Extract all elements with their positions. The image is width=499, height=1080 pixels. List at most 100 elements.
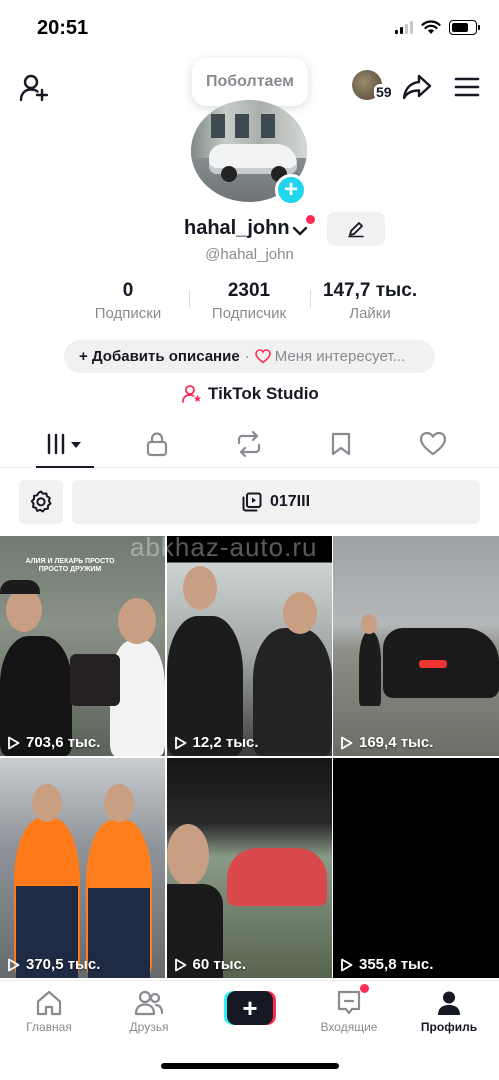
video-thumbnail[interactable]: 12,2 тыс.: [166, 536, 332, 756]
video-views-count: 12,2 тыс.: [192, 734, 259, 751]
interests-link[interactable]: Меня интересует...: [275, 348, 405, 365]
friends-icon: [134, 990, 164, 1016]
notification-dot: [306, 215, 315, 224]
stat-following[interactable]: 0 Подписки: [78, 280, 178, 322]
tab-private[interactable]: [117, 420, 197, 468]
video-views: 703,6 тыс.: [7, 734, 100, 751]
inbox-icon: [337, 990, 361, 1015]
bio-pill[interactable]: + Добавить описание · Меня интересует...: [64, 340, 435, 373]
grid-bars-icon: [47, 433, 81, 455]
stat-label: Подписчик: [211, 305, 287, 322]
status-bar: 20:51: [0, 0, 499, 58]
heart-outline-icon: [254, 349, 271, 364]
status-time: 20:51: [37, 17, 89, 39]
playlist-label: 017III: [269, 493, 311, 510]
video-thumbnail[interactable]: 169,4 тыс.: [333, 536, 499, 756]
play-icon: [341, 958, 353, 971]
stat-likes[interactable]: 147,7 тыс. Лайки: [312, 280, 428, 322]
person-plus-icon: [19, 74, 49, 102]
play-icon: [174, 736, 186, 749]
tab-liked[interactable]: [393, 420, 473, 468]
video-thumbnail[interactable]: 355,8 тыс.: [333, 758, 499, 978]
display-name[interactable]: hahal_john: [184, 217, 290, 240]
profile-avatar[interactable]: +: [191, 100, 307, 216]
nav-profile[interactable]: Профиль: [404, 989, 494, 1034]
video-views: 355,8 тыс.: [340, 956, 433, 973]
play-icon: [341, 736, 353, 749]
video-views-count: 60 тыс.: [192, 956, 247, 973]
video-grid: АЛИЯ И ЛЕКАРЬ ПРОСТО ПРОСТО ДРУЖИМ 703,6…: [0, 536, 499, 979]
video-thumbnail[interactable]: 370,5 тыс.: [0, 758, 165, 978]
plus-icon: +: [227, 991, 273, 1025]
playlist-icon: [242, 492, 262, 512]
add-friend-button[interactable]: [14, 68, 54, 108]
status-bubble[interactable]: Поболтаем: [192, 58, 308, 113]
stat-divider: [189, 290, 190, 308]
edit-profile-button[interactable]: [327, 212, 385, 246]
filter-row: 017III: [0, 480, 499, 524]
profile-stats: 0 Подписки 2301 Подписчик 147,7 тыс. Лай…: [0, 280, 499, 324]
profile-visitors-button[interactable]: 59: [352, 70, 394, 102]
share-button[interactable]: [398, 68, 436, 106]
studio-label: TikTok Studio: [208, 384, 319, 403]
video-views-count: 355,8 тыс.: [359, 956, 434, 973]
menu-button[interactable]: [448, 68, 486, 106]
heart-icon: [419, 431, 447, 456]
tab-videos[interactable]: [25, 420, 105, 468]
create-video-button[interactable]: +: [224, 991, 276, 1025]
bio-separator: ·: [244, 348, 250, 365]
video-views: 370,5 тыс.: [7, 956, 100, 973]
inbox-notification-dot: [360, 984, 369, 993]
profile-handle: @hahal_john: [205, 246, 294, 263]
profile-tabs: [0, 420, 499, 468]
stat-value: 0: [122, 280, 134, 301]
pencil-icon: [348, 222, 364, 238]
add-description-link[interactable]: + Добавить описание: [79, 348, 240, 365]
share-arrow-icon: [402, 74, 432, 100]
active-tab-indicator: [36, 466, 94, 468]
tab-reposts[interactable]: [209, 420, 289, 468]
wifi-icon: [421, 20, 441, 34]
video-thumbnail[interactable]: АЛИЯ И ЛЕКАРЬ ПРОСТО ПРОСТО ДРУЖИМ 703,6…: [0, 536, 165, 756]
username-row: hahal_john: [0, 212, 499, 248]
play-icon: [8, 736, 20, 749]
stat-label: Лайки: [349, 305, 391, 322]
grid-settings-button[interactable]: [19, 480, 63, 524]
stat-value: 147,7 тыс.: [322, 280, 418, 301]
hamburger-menu-icon: [454, 77, 480, 97]
person-star-icon: [182, 385, 201, 403]
video-views: 12,2 тыс.: [174, 734, 259, 751]
profile-icon: [438, 991, 460, 1015]
gear-icon: [30, 490, 52, 513]
repost-icon: [237, 431, 261, 457]
video-caption: АЛИЯ И ЛЕКАРЬ ПРОСТО ПРОСТО ДРУЖИМ: [25, 558, 115, 573]
home-icon: [36, 990, 62, 1016]
lock-icon: [146, 432, 168, 457]
visitor-count: 59: [374, 84, 394, 100]
nav-inbox[interactable]: Входящие: [304, 989, 394, 1034]
nav-label: Друзья: [129, 1020, 169, 1034]
playlist-button[interactable]: 017III: [72, 480, 480, 524]
stat-divider: [310, 290, 311, 308]
add-story-plus-icon[interactable]: +: [275, 174, 307, 206]
signal-icon: [395, 21, 413, 34]
tab-favorites[interactable]: [301, 420, 381, 468]
video-views-count: 370,5 тыс.: [26, 956, 101, 973]
video-views-count: 703,6 тыс.: [26, 734, 101, 751]
nav-label: Главная: [26, 1020, 72, 1034]
stat-followers[interactable]: 2301 Подписчик: [199, 280, 299, 322]
video-thumbnail[interactable]: 60 тыс.: [166, 758, 332, 978]
video-views: 60 тыс.: [174, 956, 247, 973]
tiktok-studio-link[interactable]: TikTok Studio: [182, 383, 319, 405]
nav-friends[interactable]: Друзья: [104, 989, 194, 1034]
play-icon: [8, 958, 20, 971]
nav-home[interactable]: Главная: [4, 989, 94, 1034]
nav-label: Профиль: [420, 1020, 478, 1034]
nav-label: Входящие: [320, 1020, 378, 1034]
chevron-down-icon[interactable]: [292, 224, 308, 238]
home-indicator: [161, 1063, 339, 1069]
status-icons: [395, 20, 480, 35]
bookmark-icon: [331, 432, 351, 456]
play-icon: [174, 958, 186, 971]
battery-icon: [449, 20, 480, 35]
